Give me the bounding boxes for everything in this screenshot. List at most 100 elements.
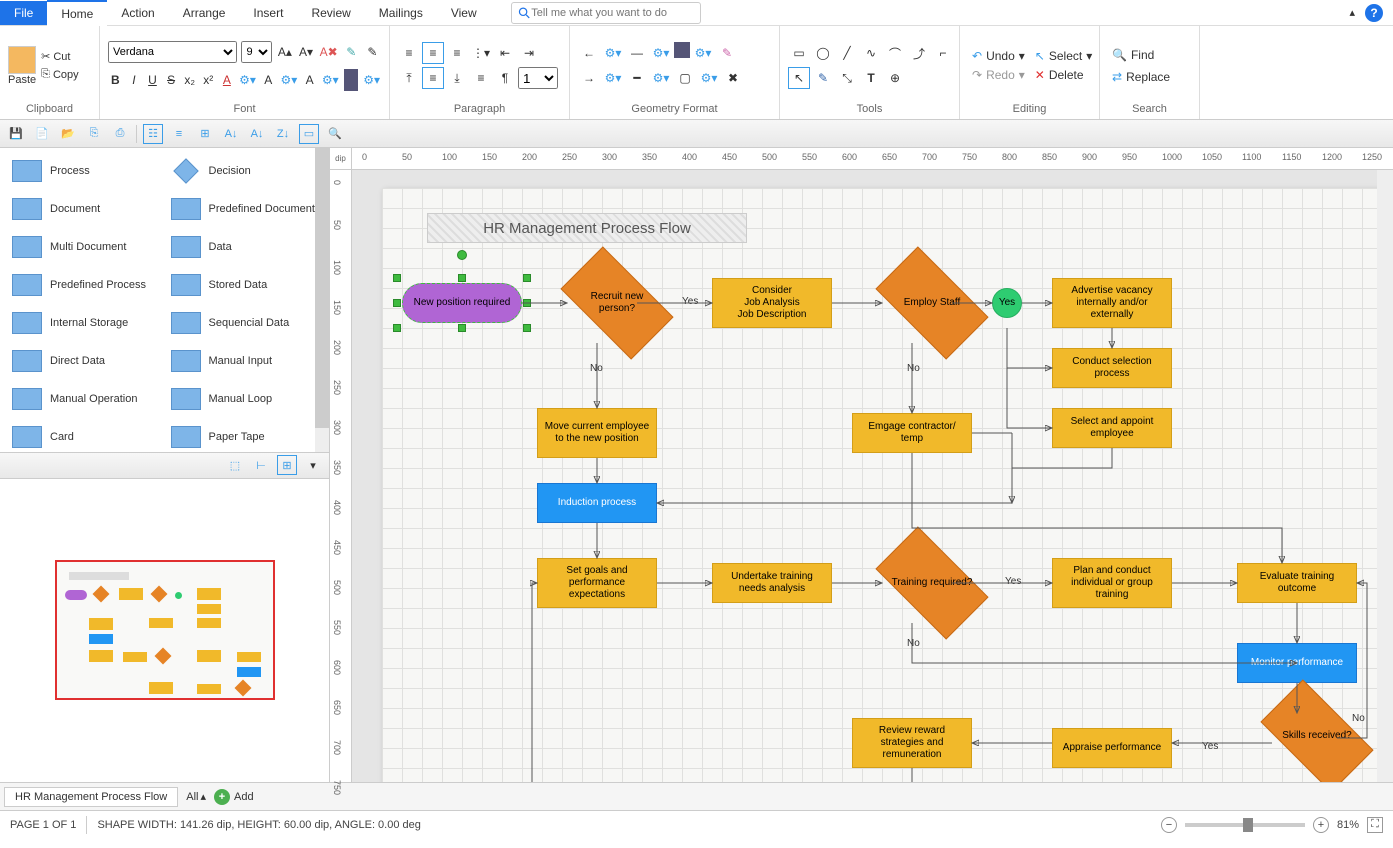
copy-button[interactable]: ⎘Copy — [40, 67, 80, 82]
text-outline-button[interactable]: A — [302, 69, 317, 91]
node-n3[interactable]: ConsiderJob AnalysisJob Description — [712, 278, 832, 328]
select-button[interactable]: ↖Select▾ — [1031, 47, 1096, 65]
fit-page-button[interactable]: ⛶ — [1367, 817, 1383, 833]
text-fill-button[interactable]: A — [261, 69, 276, 91]
subscript-button[interactable]: x₂ — [182, 69, 197, 91]
qa-zoom-button[interactable]: 🔍 — [325, 124, 345, 144]
fill-color-button[interactable] — [344, 69, 359, 91]
pan-btn-menu[interactable]: ▾ — [303, 455, 323, 475]
canvas-area[interactable]: HR Management Process Flow New position … — [352, 170, 1393, 782]
superscript-button[interactable]: x² — [201, 69, 216, 91]
shrink-font-button[interactable]: A▾ — [297, 41, 314, 63]
qa-button-4[interactable]: ⎘ — [84, 124, 104, 144]
eyedropper-button[interactable]: ✎ — [716, 42, 738, 64]
shape-fill-menu[interactable]: ⚙▾ — [692, 42, 714, 64]
node-n15[interactable]: Plan and conduct individual or group tra… — [1052, 558, 1172, 608]
strike-button[interactable]: S — [164, 69, 179, 91]
shape-connector-button[interactable]: ⤴ — [908, 42, 930, 64]
shape-lib-predefined-process[interactable]: Predefined Process — [8, 270, 163, 300]
underline-button[interactable]: U — [145, 69, 160, 91]
line-spacing-select[interactable]: 1 — [518, 67, 558, 89]
node-n11[interactable]: Induction process — [537, 483, 657, 523]
shape-polyline-button[interactable]: ⌐ — [932, 42, 954, 64]
shape-lib-multi-document[interactable]: Multi Document — [8, 232, 163, 262]
qa-button-9[interactable]: A↓ — [221, 124, 241, 144]
pan-btn-2[interactable]: ⊢ — [251, 455, 271, 475]
shape-lib-process[interactable]: Process — [8, 156, 163, 186]
grow-font-button[interactable]: A▴ — [276, 41, 293, 63]
shape-lib-decision[interactable]: Decision — [167, 156, 322, 186]
node-n1[interactable]: New position required — [402, 283, 522, 323]
fill-color-menu[interactable]: ⚙▾ — [362, 69, 381, 91]
shape-lib-manual-loop[interactable]: Manual Loop — [167, 384, 322, 414]
shape-lib-paper-tape[interactable]: Paper Tape — [167, 422, 322, 452]
qa-button-10[interactable]: A↓ — [247, 124, 267, 144]
help-icon[interactable]: ? — [1365, 4, 1383, 22]
all-pages-button[interactable]: All▴ — [186, 790, 206, 803]
qa-button-8[interactable]: ⊞ — [195, 124, 215, 144]
shape-rect-button[interactable]: ▭ — [788, 42, 810, 64]
delete-button[interactable]: ✕Delete — [1031, 66, 1088, 84]
node-n9[interactable]: Emgage contractor/ temp — [852, 413, 972, 453]
node-n12[interactable]: Set goals and performance expectations — [537, 558, 657, 608]
qa-open-button[interactable]: 📂 — [58, 124, 78, 144]
align-right-button[interactable]: ≡ — [446, 42, 468, 64]
node-n8[interactable]: Select and appoint employee — [1052, 408, 1172, 448]
node-n13[interactable]: Undertake training needs analysis — [712, 563, 832, 603]
menu-view[interactable]: View — [437, 1, 491, 25]
begin-arrow-button[interactable]: ← — [578, 42, 600, 64]
diagram-title[interactable]: HR Management Process Flow — [427, 213, 747, 243]
menu-arrange[interactable]: Arrange — [169, 1, 240, 25]
text-tool-button[interactable]: T — [860, 67, 882, 89]
align-left-button[interactable]: ≡ — [398, 42, 420, 64]
align-center-button[interactable]: ≡ — [422, 42, 444, 64]
menu-home[interactable]: Home — [47, 0, 107, 26]
menu-review[interactable]: Review — [297, 1, 364, 25]
shadow-menu[interactable]: ⚙▾ — [698, 67, 720, 89]
qa-button-7[interactable]: ≡ — [169, 124, 189, 144]
pan-tool-button[interactable]: ⊕ — [884, 67, 906, 89]
ribbon-search-input[interactable] — [531, 7, 694, 19]
find-button[interactable]: 🔍Find — [1108, 46, 1174, 64]
page-tab-1[interactable]: HR Management Process Flow — [4, 787, 178, 807]
format-painter-button[interactable]: ✎ — [364, 41, 381, 63]
line-style-button[interactable]: — — [626, 42, 648, 64]
paste-button[interactable]: Paste — [8, 46, 36, 86]
font-size-select[interactable]: 9 — [241, 41, 272, 63]
shape-lib-document[interactable]: Document — [8, 194, 163, 224]
ribbon-search[interactable] — [511, 2, 701, 24]
line-weight-menu[interactable]: ⚙▾ — [650, 67, 672, 89]
highlight-button[interactable]: ✎ — [343, 41, 360, 63]
font-color-menu[interactable]: ⚙▾ — [238, 69, 257, 91]
node-n7[interactable]: Conduct selection process — [1052, 348, 1172, 388]
shape-fill-button[interactable] — [674, 42, 690, 58]
undo-button[interactable]: ↶Undo▾ — [968, 47, 1029, 65]
pan-btn-1[interactable]: ⬚ — [225, 455, 245, 475]
bullets-button[interactable]: ⋮▾ — [470, 42, 492, 64]
shape-arc-button[interactable]: ⌒ — [884, 42, 906, 64]
canvas-scrollbar-vertical[interactable] — [1377, 170, 1393, 782]
menu-insert[interactable]: Insert — [239, 1, 297, 25]
shape-lib-data[interactable]: Data — [167, 232, 322, 262]
valign-bottom-button[interactable]: ⤓ — [446, 67, 468, 89]
zoom-in-button[interactable]: + — [1313, 817, 1329, 833]
line-weight-button[interactable]: ━ — [626, 67, 648, 89]
valign-middle-button[interactable]: ≡ — [422, 67, 444, 89]
pencil-tool-button[interactable]: ✎ — [812, 67, 834, 89]
end-arrow-menu[interactable]: ⚙▾ — [602, 67, 624, 89]
collapse-ribbon-icon[interactable]: ▴ — [1349, 6, 1355, 19]
qa-button-5[interactable]: ⎙ — [110, 124, 130, 144]
redo-button[interactable]: ↷Redo▾ — [968, 66, 1029, 84]
shape-lib-manual-operation[interactable]: Manual Operation — [8, 384, 163, 414]
zoom-out-button[interactable]: − — [1161, 817, 1177, 833]
shape-lib-manual-input[interactable]: Manual Input — [167, 346, 322, 376]
shape-lib-internal-storage[interactable]: Internal Storage — [8, 308, 163, 338]
qa-new-button[interactable]: 📄 — [32, 124, 52, 144]
shape-line-button[interactable]: ╱ — [836, 42, 858, 64]
menu-action[interactable]: Action — [107, 1, 168, 25]
justify-button[interactable]: ≡ — [470, 67, 492, 89]
clear-format-button[interactable]: A✖ — [319, 41, 339, 63]
qa-button-12[interactable]: ▭ — [299, 124, 319, 144]
menu-mailings[interactable]: Mailings — [365, 1, 437, 25]
decrease-indent-button[interactable]: ⇤ — [494, 42, 516, 64]
